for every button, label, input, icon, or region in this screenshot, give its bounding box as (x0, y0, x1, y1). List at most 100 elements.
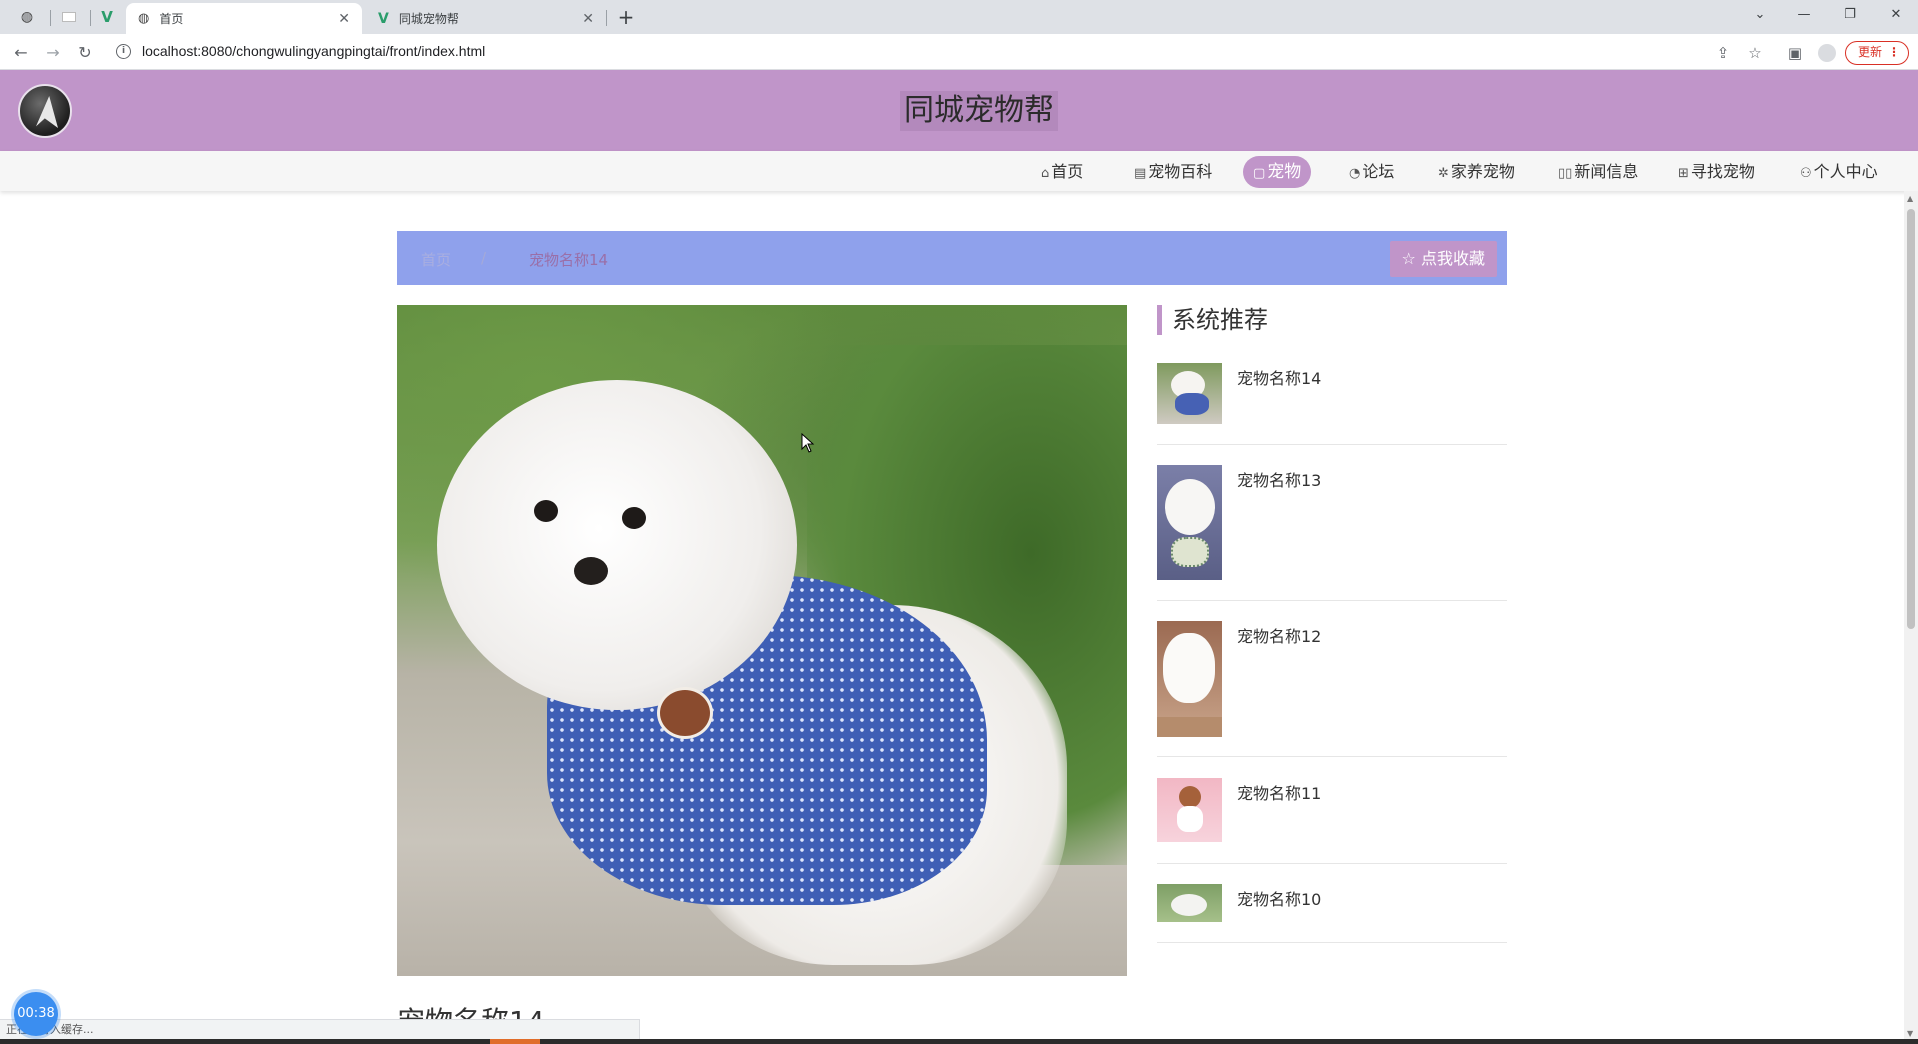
page-scrollbar[interactable]: ▲ ▼ (1904, 191, 1918, 1044)
taskbar-accent (490, 1039, 540, 1044)
pet-thumbnail[interactable] (1157, 884, 1222, 922)
favorite-button[interactable]: ☆ 点我收藏 (1389, 241, 1497, 277)
list-item[interactable]: 宠物名称11 (1157, 778, 1507, 864)
more-vertical-icon: ⋮ (1888, 45, 1900, 59)
scroll-thumb[interactable] (1907, 209, 1915, 629)
nav-label: 首页 (1051, 162, 1084, 181)
nav-item-news[interactable]: ▯▯ 新闻信息 (1558, 156, 1638, 188)
pet-thumbnail[interactable] (1157, 621, 1222, 737)
recording-timer[interactable]: 00:38 (14, 992, 58, 1036)
pinned-tab-globe[interactable]: ◍ (10, 4, 44, 30)
list-item[interactable]: 宠物名称12 (1157, 621, 1507, 757)
pet-thumbnail[interactable] (1157, 363, 1222, 424)
nav-item-forum[interactable]: ◔ 论坛 (1349, 156, 1394, 188)
globe-icon: ◍ (20, 9, 34, 25)
nav-label: 宠物百科 (1148, 162, 1213, 181)
pet-thumbnail[interactable] (1157, 778, 1222, 842)
address-bar[interactable]: i localhost:8080/chongwulingyangpingtai/… (110, 39, 1750, 65)
nav-item-home-pets[interactable]: ✲ 家养宠物 (1438, 156, 1515, 188)
blank-page-icon (62, 12, 76, 22)
share-icon[interactable]: ⇪ (1712, 42, 1734, 64)
pet-name[interactable]: 宠物名称10 (1237, 886, 1321, 910)
url-text[interactable]: localhost:8080/chongwulingyangpingtai/fr… (142, 43, 485, 59)
vue-logo-icon: V (101, 8, 113, 26)
scroll-up-icon[interactable]: ▲ (1907, 194, 1913, 203)
browser-tab-strip: ◍ V ◍ 首页 ✕ V 同城宠物帮 ✕ + ⌄ — ❐ ✕ (0, 0, 1918, 34)
pinned-tab-blank[interactable] (52, 4, 86, 30)
pet-icon: ▢ (1253, 166, 1266, 181)
bookmark-star-icon[interactable]: ☆ (1744, 42, 1766, 64)
update-label: 更新 (1858, 45, 1883, 59)
dog-nose (574, 557, 608, 585)
site-header: 同城宠物帮 (0, 70, 1918, 151)
star-icon: ☆ (1401, 249, 1416, 268)
nav-label: 新闻信息 (1574, 162, 1639, 181)
tab-search-chevron-icon[interactable]: ⌄ (1742, 4, 1778, 26)
new-tab-button[interactable]: + (614, 6, 638, 28)
nav-item-pets[interactable]: ▢ 宠物 (1243, 156, 1312, 188)
site-logo[interactable] (18, 84, 72, 138)
nav-label: 个人中心 (1813, 162, 1878, 181)
favorite-label: 点我收藏 (1420, 249, 1485, 268)
tab-home[interactable]: ◍ 首页 ✕ (126, 3, 362, 34)
close-icon[interactable]: ✕ (582, 11, 594, 27)
breadcrumb-home-link[interactable]: 首页 (421, 249, 451, 270)
reload-icon[interactable]: ↻ (74, 42, 96, 64)
nav-item-pet-encyclopedia[interactable]: ▤ 宠物百科 (1134, 156, 1212, 188)
dog-eye-left (534, 500, 558, 522)
tab-pet-site[interactable]: V 同城宠物帮 ✕ (366, 3, 606, 34)
scroll-down-icon[interactable]: ▼ (1907, 1029, 1913, 1038)
nav-item-profile[interactable]: ⚇ 个人中心 (1800, 156, 1878, 188)
list-item[interactable]: 宠物名称10 (1157, 884, 1507, 943)
list-item[interactable]: 宠物名称14 (1157, 363, 1507, 445)
list-item[interactable]: 宠物名称13 (1157, 465, 1507, 601)
nav-label: 宠物 (1267, 162, 1302, 182)
main-navigation: ⌂ 首页 ▤ 宠物百科 ▢ 宠物 ◔ 论坛 ✲ 家养宠物 ▯▯ 新闻信息 ⊞ 寻找宠物 ⚇ 个人… (0, 151, 1918, 191)
dog-eye-right (622, 507, 646, 529)
back-arrow-icon[interactable]: ← (10, 42, 32, 64)
restore-icon[interactable]: ❐ (1832, 4, 1868, 26)
site-info-icon[interactable]: i (116, 44, 131, 59)
globe-icon: ◍ (138, 11, 150, 26)
forward-arrow-icon[interactable]: → (42, 42, 64, 64)
breadcrumb-current: 宠物名称14 (529, 251, 609, 269)
breadcrumb-separator: / (481, 249, 487, 267)
nav-item-find-pet[interactable]: ⊞ 寻找宠物 (1678, 156, 1755, 188)
breadcrumb: 首页 / 宠物名称14 ☆ 点我收藏 (397, 231, 1507, 285)
forum-icon: ◔ (1349, 166, 1361, 181)
close-icon[interactable]: ✕ (338, 11, 350, 27)
pet-name[interactable]: 宠物名称13 (1237, 467, 1321, 491)
logo-wing-shape (36, 96, 58, 128)
vue-logo-icon: V (378, 10, 389, 27)
update-button[interactable]: 更新 ⋮ (1845, 41, 1909, 65)
home-icon: ⌂ (1041, 166, 1050, 181)
news-icon: ▯▯ (1558, 166, 1573, 181)
tab-separator (50, 10, 51, 26)
side-panel-icon[interactable]: ▣ (1784, 42, 1806, 64)
tab-separator (606, 10, 607, 26)
dog-head-shape (437, 380, 797, 710)
profile-avatar-icon[interactable] (1816, 42, 1838, 64)
tab-title: 同城宠物帮 (398, 12, 459, 26)
nav-item-home[interactable]: ⌂ 首页 (1041, 156, 1083, 188)
minimize-icon[interactable]: — (1786, 4, 1822, 26)
browser-status-bar: 正在等待入缓存... (0, 1019, 640, 1039)
window-close-icon[interactable]: ✕ (1878, 4, 1914, 26)
pet-thumbnail[interactable] (1157, 465, 1222, 580)
pinned-tab-vue[interactable]: V (90, 4, 124, 30)
user-icon: ⚇ (1800, 166, 1812, 181)
pet-name[interactable]: 宠物名称12 (1237, 623, 1321, 647)
pet-main-photo (397, 305, 1127, 976)
pet-name[interactable]: 宠物名称11 (1237, 780, 1321, 804)
mouse-cursor-icon (801, 433, 815, 453)
pet-name[interactable]: 宠物名称14 (1237, 365, 1321, 389)
taskbar-edge (0, 1039, 1918, 1044)
nav-label: 论坛 (1362, 162, 1395, 181)
gear-icon: ✲ (1438, 166, 1449, 181)
bear-patch-icon (657, 687, 713, 739)
recommend-heading: 系统推荐 (1157, 305, 1268, 335)
site-title: 同城宠物帮 (900, 91, 1058, 131)
nav-label: 寻找宠物 (1690, 162, 1755, 181)
tab-title: 首页 (159, 12, 184, 26)
search-pet-icon: ⊞ (1678, 166, 1689, 181)
